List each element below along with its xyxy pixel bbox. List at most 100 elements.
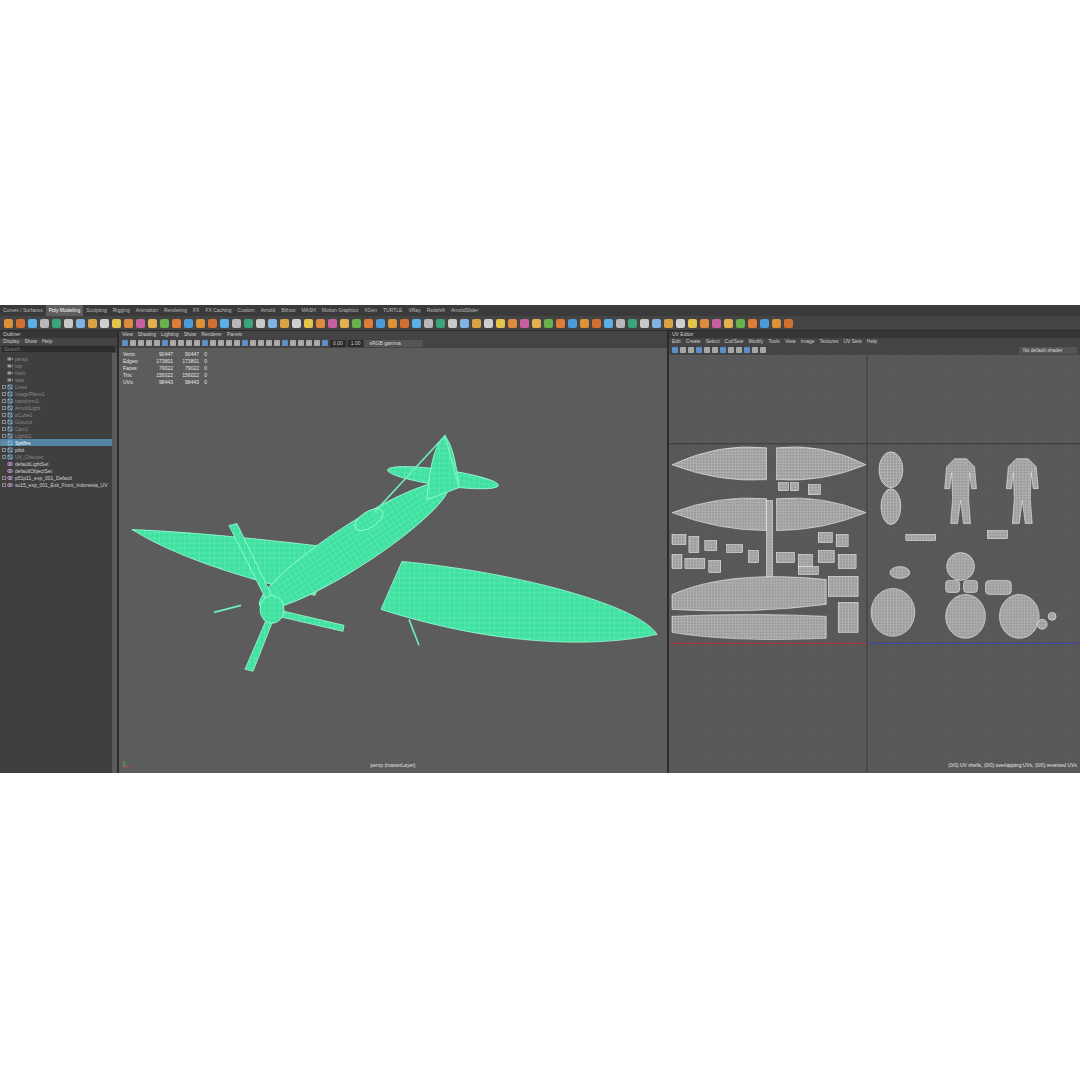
value-field[interactable]: 0.00 bbox=[330, 340, 346, 347]
outliner-item[interactable]: defaultObjectSet bbox=[0, 467, 112, 474]
tool-icon[interactable] bbox=[580, 319, 589, 328]
outliner-item[interactable]: su15_exp_001_Exit_Front_Indonesia_UV bbox=[0, 481, 112, 488]
outliner-item[interactable]: transform1 bbox=[0, 397, 112, 404]
toolbar-icon[interactable] bbox=[154, 340, 160, 346]
toolbar-icon[interactable] bbox=[122, 340, 128, 346]
outliner-item[interactable]: side bbox=[0, 376, 112, 383]
tool-icon[interactable] bbox=[604, 319, 613, 328]
expand-icon[interactable] bbox=[2, 476, 6, 480]
toolbar-icon[interactable] bbox=[322, 340, 328, 346]
expand-icon[interactable] bbox=[2, 406, 6, 410]
toolbar-icon[interactable] bbox=[306, 340, 312, 346]
toolbar-icon[interactable] bbox=[720, 347, 726, 353]
toolbar-icon[interactable] bbox=[760, 347, 766, 353]
menu-item[interactable]: Help bbox=[867, 338, 877, 345]
tool-icon[interactable] bbox=[244, 319, 253, 328]
airplane-wireframe[interactable] bbox=[119, 348, 667, 773]
tool-icon[interactable] bbox=[268, 319, 277, 328]
tool-icon[interactable] bbox=[592, 319, 601, 328]
menu-item[interactable]: Lighting bbox=[161, 331, 179, 338]
colorspace-dropdown[interactable]: sRGB gamma bbox=[365, 340, 423, 347]
menu-item[interactable]: Show bbox=[24, 338, 37, 345]
outliner-item[interactable]: pilot bbox=[0, 446, 112, 453]
menu-item[interactable]: Help bbox=[42, 338, 52, 345]
toolbar-icon[interactable] bbox=[672, 347, 678, 353]
outliner-item[interactable]: ImagePlane1 bbox=[0, 390, 112, 397]
shelf-tab[interactable]: Motion Graphics bbox=[319, 305, 361, 316]
tool-icon[interactable] bbox=[52, 319, 61, 328]
outliner-item[interactable]: defaultLightSet bbox=[0, 460, 112, 467]
tool-icon[interactable] bbox=[472, 319, 481, 328]
menu-item[interactable]: Textures bbox=[820, 338, 839, 345]
toolbar-icon[interactable] bbox=[138, 340, 144, 346]
tool-icon[interactable] bbox=[112, 319, 121, 328]
shelf-tab[interactable]: ArnoldSlider bbox=[448, 305, 481, 316]
toolbar-icon[interactable] bbox=[194, 340, 200, 346]
toolbar-icon[interactable] bbox=[688, 347, 694, 353]
tool-icon[interactable] bbox=[736, 319, 745, 328]
toolbar-icon[interactable] bbox=[704, 347, 710, 353]
toolbar-icon[interactable] bbox=[266, 340, 272, 346]
shelf-tab[interactable]: Sculpting bbox=[83, 305, 110, 316]
toolbar-icon[interactable] bbox=[752, 347, 758, 353]
tool-icon[interactable] bbox=[652, 319, 661, 328]
outliner-item[interactable]: front bbox=[0, 369, 112, 376]
menu-item[interactable]: Edit bbox=[672, 338, 681, 345]
shelf-tab[interactable]: Rendering bbox=[161, 305, 190, 316]
tool-icon[interactable] bbox=[712, 319, 721, 328]
tool-icon[interactable] bbox=[556, 319, 565, 328]
tool-icon[interactable] bbox=[136, 319, 145, 328]
tool-icon[interactable] bbox=[568, 319, 577, 328]
tool-icon[interactable] bbox=[232, 319, 241, 328]
expand-icon[interactable] bbox=[2, 427, 6, 431]
outliner-item[interactable]: pCube1 bbox=[0, 411, 112, 418]
tool-icon[interactable] bbox=[40, 319, 49, 328]
tool-icon[interactable] bbox=[724, 319, 733, 328]
shelf-tab[interactable]: Arnold bbox=[258, 305, 278, 316]
tool-icon[interactable] bbox=[772, 319, 781, 328]
shelf-tab[interactable]: Poly Modeling bbox=[46, 305, 83, 316]
shelf-tab[interactable]: MASH bbox=[298, 305, 318, 316]
expand-icon[interactable] bbox=[2, 420, 6, 424]
toolbar-icon[interactable] bbox=[146, 340, 152, 346]
tool-icon[interactable] bbox=[304, 319, 313, 328]
outliner-item[interactable]: Light01 bbox=[0, 432, 112, 439]
menu-item[interactable]: Tools bbox=[768, 338, 780, 345]
menu-item[interactable]: Select bbox=[706, 338, 720, 345]
tool-icon[interactable] bbox=[460, 319, 469, 328]
toolbar-icon[interactable] bbox=[218, 340, 224, 346]
tool-icon[interactable] bbox=[4, 319, 13, 328]
expand-icon[interactable] bbox=[2, 441, 6, 445]
tool-icon[interactable] bbox=[688, 319, 697, 328]
shelf-tab[interactable]: Custom bbox=[235, 305, 258, 316]
toolbar-icon[interactable] bbox=[298, 340, 304, 346]
toolbar-icon[interactable] bbox=[314, 340, 320, 346]
shelf-tab[interactable]: Redshift bbox=[424, 305, 448, 316]
uv-layout[interactable] bbox=[669, 355, 1080, 773]
menu-item[interactable]: View bbox=[122, 331, 133, 338]
menu-item[interactable]: Shading bbox=[138, 331, 156, 338]
toolbar-icon[interactable] bbox=[130, 340, 136, 346]
expand-icon[interactable] bbox=[2, 434, 6, 438]
tool-icon[interactable] bbox=[64, 319, 73, 328]
expand-icon[interactable] bbox=[2, 455, 6, 459]
tool-icon[interactable] bbox=[76, 319, 85, 328]
toolbar-icon[interactable] bbox=[744, 347, 750, 353]
tool-icon[interactable] bbox=[100, 319, 109, 328]
toolbar-icon[interactable] bbox=[258, 340, 264, 346]
outliner-item[interactable]: top bbox=[0, 362, 112, 369]
menu-item[interactable]: Image bbox=[801, 338, 815, 345]
tool-icon[interactable] bbox=[388, 319, 397, 328]
shelf-tab[interactable]: Curves / Surfaces bbox=[0, 305, 46, 316]
menu-item[interactable]: Renderer bbox=[201, 331, 222, 338]
scrollbar[interactable] bbox=[112, 353, 117, 773]
shelf-tab[interactable]: Animation bbox=[133, 305, 161, 316]
tool-icon[interactable] bbox=[700, 319, 709, 328]
toolbar-icon[interactable] bbox=[178, 340, 184, 346]
tool-icon[interactable] bbox=[748, 319, 757, 328]
toolbar-icon[interactable] bbox=[728, 347, 734, 353]
shelf-tab[interactable]: Bifrost bbox=[278, 305, 298, 316]
tool-icon[interactable] bbox=[256, 319, 265, 328]
tool-icon[interactable] bbox=[28, 319, 37, 328]
tool-icon[interactable] bbox=[628, 319, 637, 328]
